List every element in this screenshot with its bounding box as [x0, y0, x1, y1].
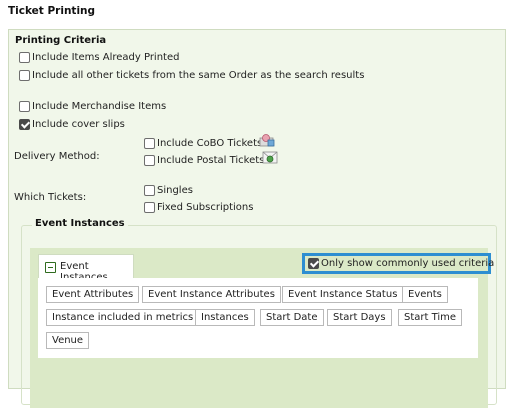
singles-label[interactable]: Singles: [157, 185, 193, 196]
which-tickets-label: Which Tickets:: [14, 192, 87, 203]
event-instances-criteria-area: Event Instances Only show commonly used …: [30, 248, 494, 408]
criteria-tag[interactable]: Start Date: [260, 309, 324, 326]
fixed-subscriptions-checkbox[interactable]: [144, 202, 155, 213]
criteria-tag[interactable]: Event Instance Status: [282, 286, 404, 303]
include-postal-tickets-checkbox[interactable]: [144, 155, 155, 166]
criteria-tag[interactable]: Event Instance Attributes: [142, 286, 281, 303]
criteria-tag[interactable]: Start Days: [327, 309, 392, 326]
only-common-criteria-label[interactable]: Only show commonly used criteria: [321, 258, 494, 269]
include-cobo-tickets-checkbox[interactable]: [144, 138, 155, 149]
collapse-minus-icon[interactable]: [45, 262, 56, 273]
event-instances-legend: Event Instances: [32, 218, 128, 229]
cobo-ticket-icon: [259, 134, 275, 147]
event-instances-fieldset: Event Instances Event Instances Only sho…: [21, 218, 497, 408]
criteria-tag[interactable]: Instance included in metrics: [46, 309, 200, 326]
include-same-order-label[interactable]: Include all other tickets from the same …: [32, 70, 364, 81]
include-merchandise-label[interactable]: Include Merchandise Items: [32, 101, 166, 112]
singles-checkbox[interactable]: [144, 185, 155, 196]
include-merchandise-checkbox[interactable]: [19, 101, 30, 112]
delivery-method-label: Delivery Method:: [14, 151, 100, 162]
include-cover-slips-label[interactable]: Include cover slips: [32, 119, 125, 130]
criteria-tags-area: Event Attributes Event Instance Attribut…: [38, 278, 478, 358]
printing-criteria-panel: Printing Criteria Include Items Already …: [8, 29, 506, 408]
criteria-tag[interactable]: Instances: [195, 309, 255, 326]
include-already-printed-label[interactable]: Include Items Already Printed: [32, 52, 179, 63]
printing-criteria-heading: Printing Criteria: [15, 35, 107, 46]
page-title: Ticket Printing: [8, 5, 96, 17]
include-cobo-tickets-label[interactable]: Include CoBO Tickets: [157, 138, 262, 149]
include-already-printed-checkbox[interactable]: [19, 52, 30, 63]
event-instances-tab[interactable]: Event Instances: [38, 254, 134, 283]
criteria-tag[interactable]: Venue: [46, 332, 90, 349]
only-common-criteria-checkbox[interactable]: [308, 258, 319, 269]
criteria-tag[interactable]: Events: [402, 286, 448, 303]
include-postal-tickets-label[interactable]: Include Postal Tickets: [157, 155, 264, 166]
criteria-tag[interactable]: Start Time: [398, 309, 463, 326]
include-cover-slips-checkbox[interactable]: [19, 119, 30, 130]
criteria-tag[interactable]: Event Attributes: [46, 286, 140, 303]
only-common-criteria-toggle[interactable]: Only show commonly used criteria: [302, 253, 494, 274]
postal-ticket-icon: [262, 151, 278, 164]
fixed-subscriptions-label[interactable]: Fixed Subscriptions: [157, 202, 253, 213]
include-same-order-checkbox[interactable]: [19, 70, 30, 81]
